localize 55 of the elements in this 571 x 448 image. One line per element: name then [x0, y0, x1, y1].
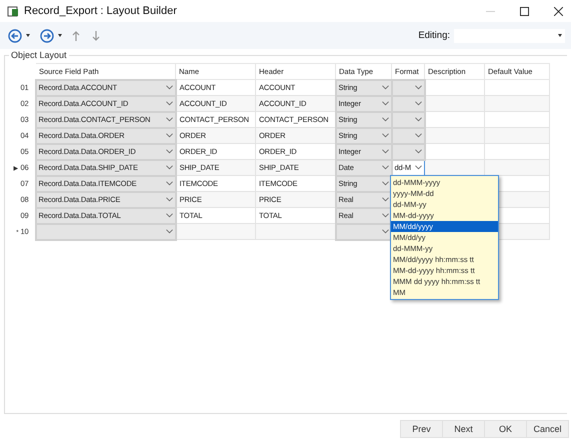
chevron-icon [414, 85, 422, 90]
group-title: Object Layout [9, 50, 69, 60]
dialog-button[interactable]: OK [484, 420, 527, 438]
chevron-icon [414, 117, 422, 122]
back-icon[interactable] [8, 28, 22, 42]
chevron-icon [166, 101, 172, 106]
table-cell [484, 96, 550, 112]
chevron-icon [166, 229, 172, 234]
chevron-icon [414, 149, 422, 154]
dialog-button[interactable]: Prev [400, 420, 443, 438]
maximize-icon[interactable] [520, 6, 529, 16]
caret-icon[interactable] [58, 34, 62, 37]
table-cell [484, 144, 550, 160]
chevron-icon [166, 133, 172, 138]
dialog-button[interactable]: Next [442, 420, 485, 438]
chevron-icon [382, 117, 388, 122]
chevron-icon [382, 197, 388, 202]
editing-label: Editing: [418, 30, 450, 41]
caret-icon [558, 34, 562, 37]
chevron-icon [382, 133, 388, 138]
window-title: Record_Export : Layout Builder [24, 5, 177, 17]
chevron-icon [414, 101, 422, 106]
chevron-icon [382, 213, 388, 218]
app-icon [7, 5, 19, 17]
close-icon[interactable] [554, 6, 563, 16]
table-cell [424, 144, 484, 160]
dialog-button[interactable]: Cancel [526, 420, 569, 438]
chevron-icon [382, 149, 388, 154]
up-arrow-icon[interactable] [72, 30, 80, 40]
chevron-icon [414, 133, 422, 138]
table-cell [484, 80, 550, 96]
chevron-icon [166, 149, 172, 154]
chevron-icon [166, 181, 172, 186]
chevron-icon [166, 117, 172, 122]
caret-icon[interactable] [26, 34, 30, 37]
chevron-icon [166, 213, 172, 218]
table-cell [424, 112, 484, 128]
table-cell [484, 128, 550, 144]
forward-icon[interactable] [40, 28, 54, 42]
table-cell [484, 112, 550, 128]
chevron-icon [166, 165, 172, 170]
table-cell [424, 128, 484, 144]
chevron-icon [382, 165, 388, 170]
table-cell [424, 160, 484, 176]
chevron-icon [382, 181, 388, 186]
chevron-icon [166, 85, 172, 90]
chevron-icon [382, 101, 388, 106]
table-cell [484, 160, 550, 176]
chevron-icon [382, 85, 388, 90]
table-cell [424, 80, 484, 96]
chevron-icon [382, 229, 388, 234]
chevron-icon [415, 165, 422, 170]
chevron-icon [166, 197, 172, 202]
table-cell [424, 96, 484, 112]
down-arrow-icon[interactable] [92, 30, 100, 40]
